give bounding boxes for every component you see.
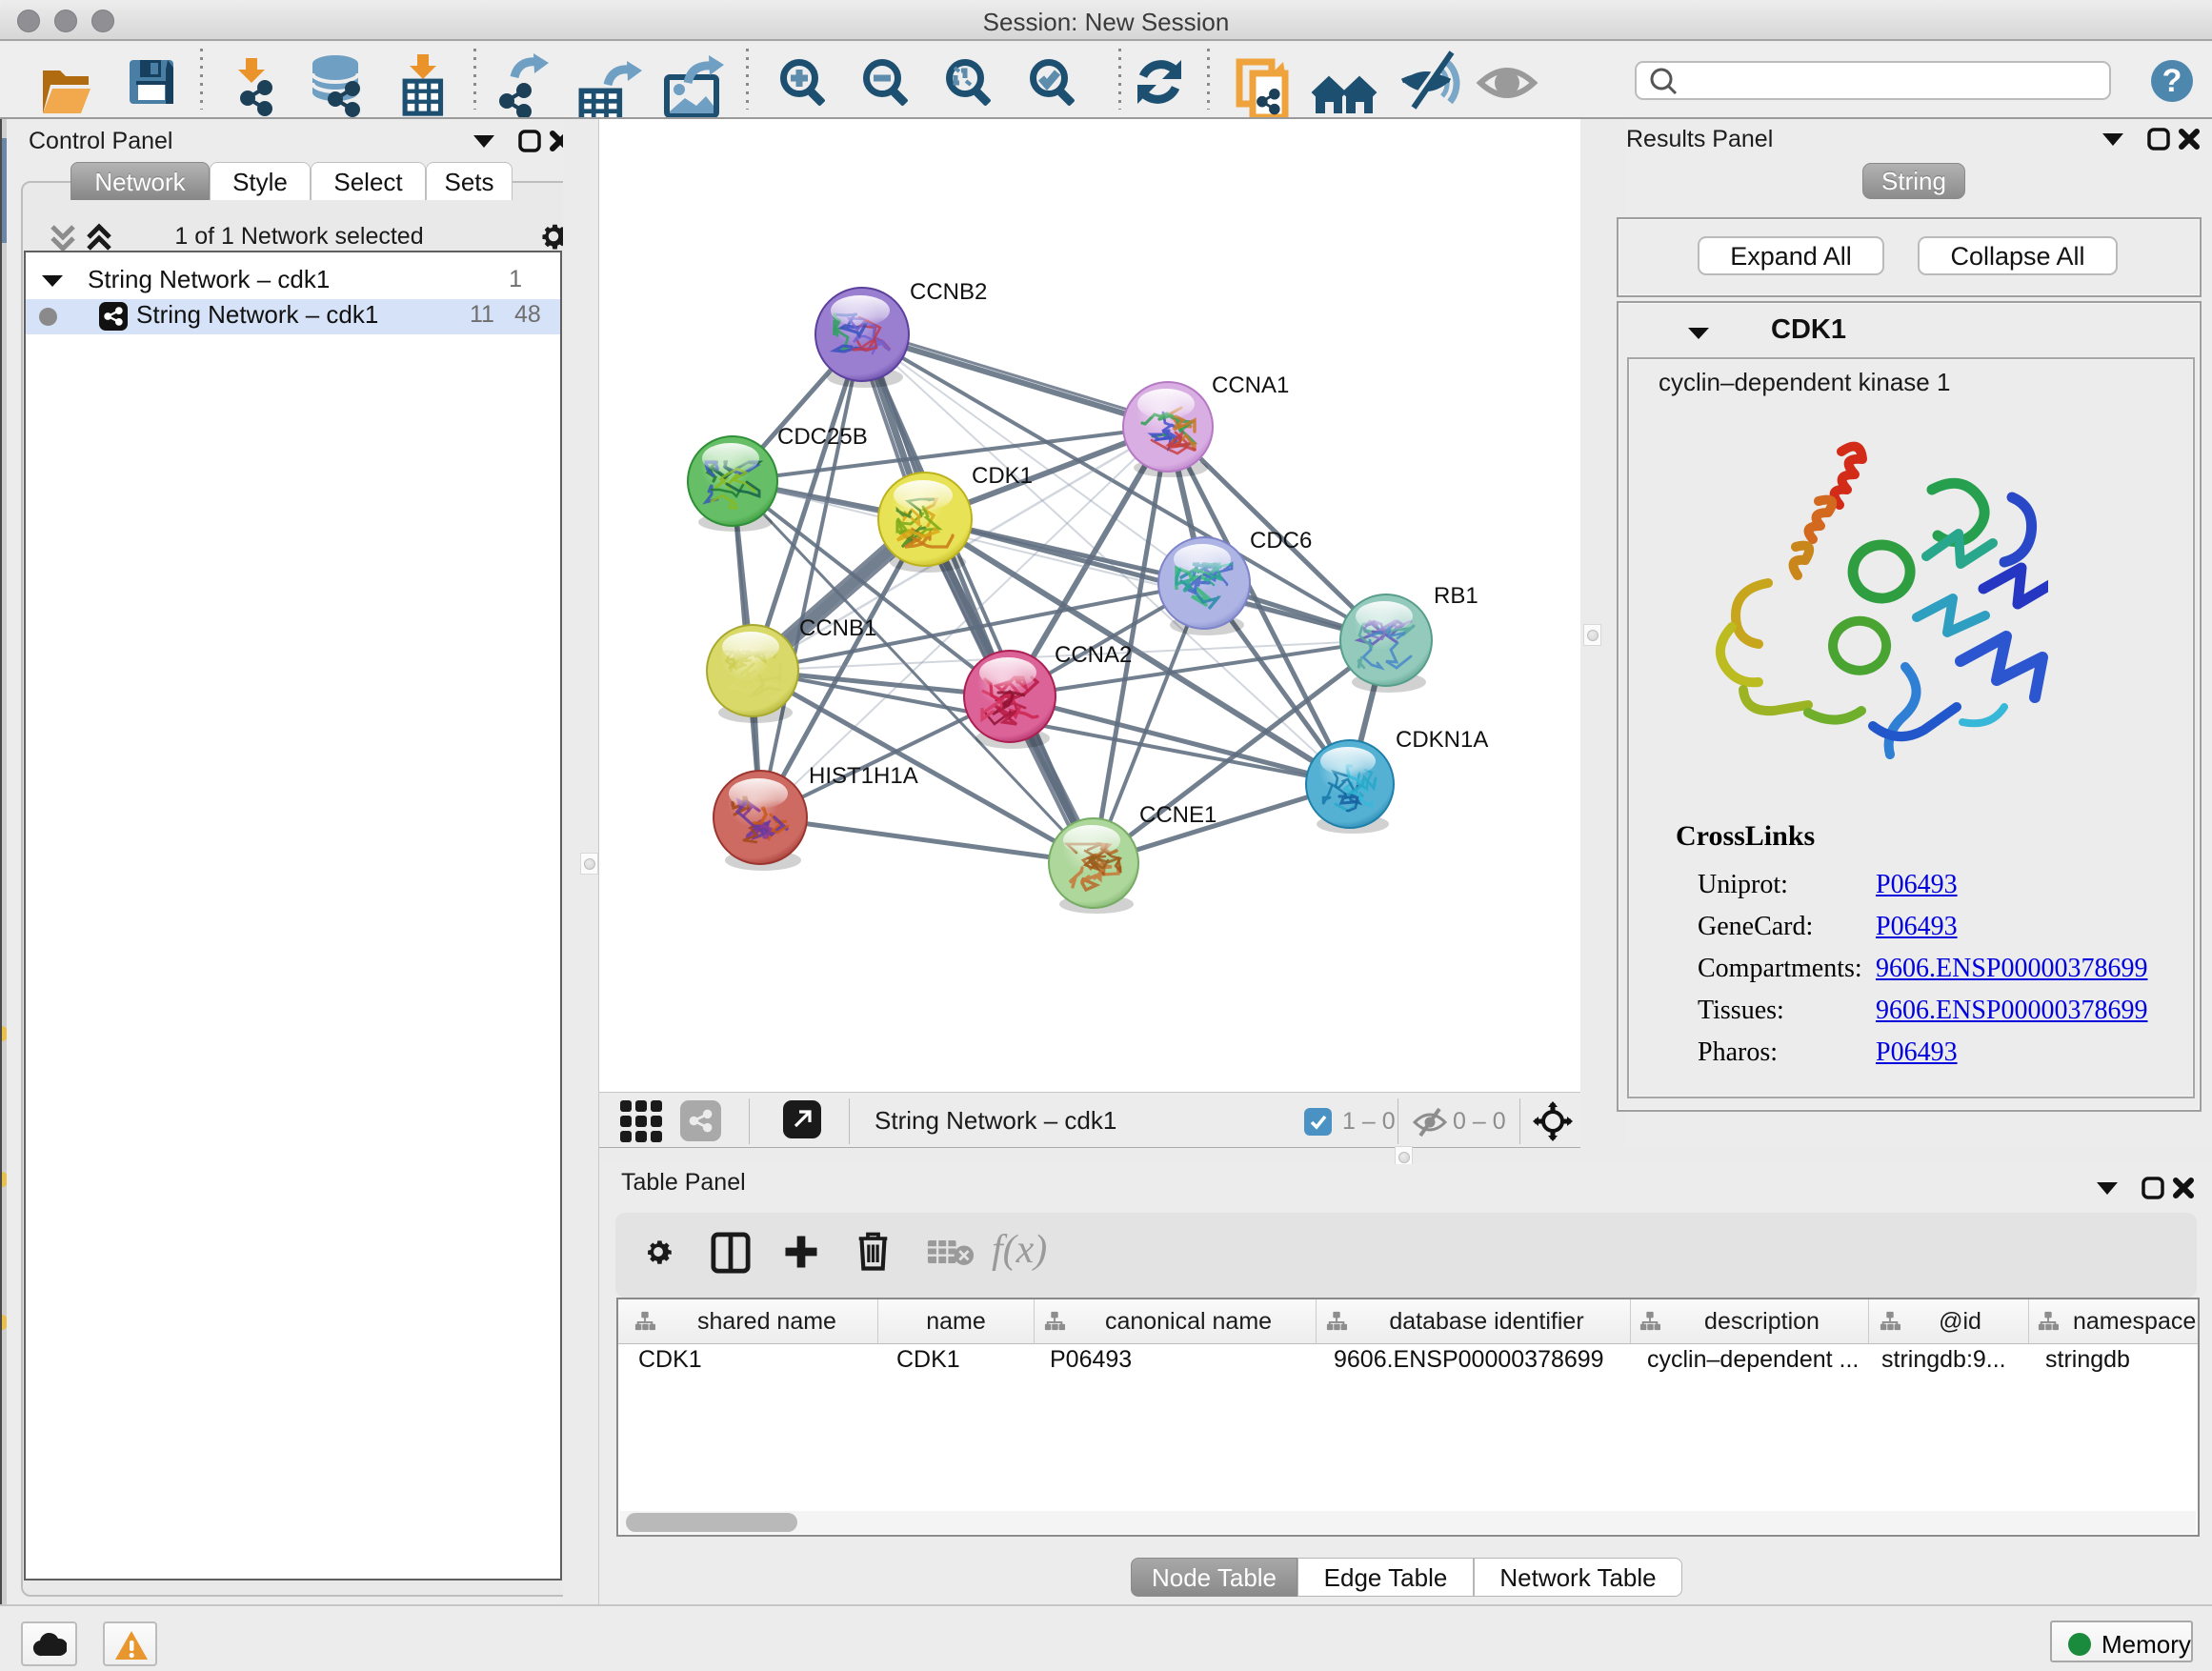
svg-text:CCNB2: CCNB2	[910, 279, 987, 305]
svg-text:CDC6: CDC6	[1250, 528, 1312, 554]
svg-text:HIST1H1A: HIST1H1A	[809, 763, 918, 789]
svg-text:CCNE1: CCNE1	[1139, 802, 1217, 828]
svg-text:CCNA2: CCNA2	[1055, 642, 1132, 668]
svg-text:CCNB1: CCNB1	[799, 615, 876, 641]
svg-text:CDK1: CDK1	[972, 463, 1033, 489]
svg-text:RB1: RB1	[1434, 583, 1478, 609]
svg-text:CCNA1: CCNA1	[1212, 372, 1289, 398]
svg-text:CDC25B: CDC25B	[777, 424, 868, 450]
svg-text:CDKN1A: CDKN1A	[1396, 727, 1488, 753]
